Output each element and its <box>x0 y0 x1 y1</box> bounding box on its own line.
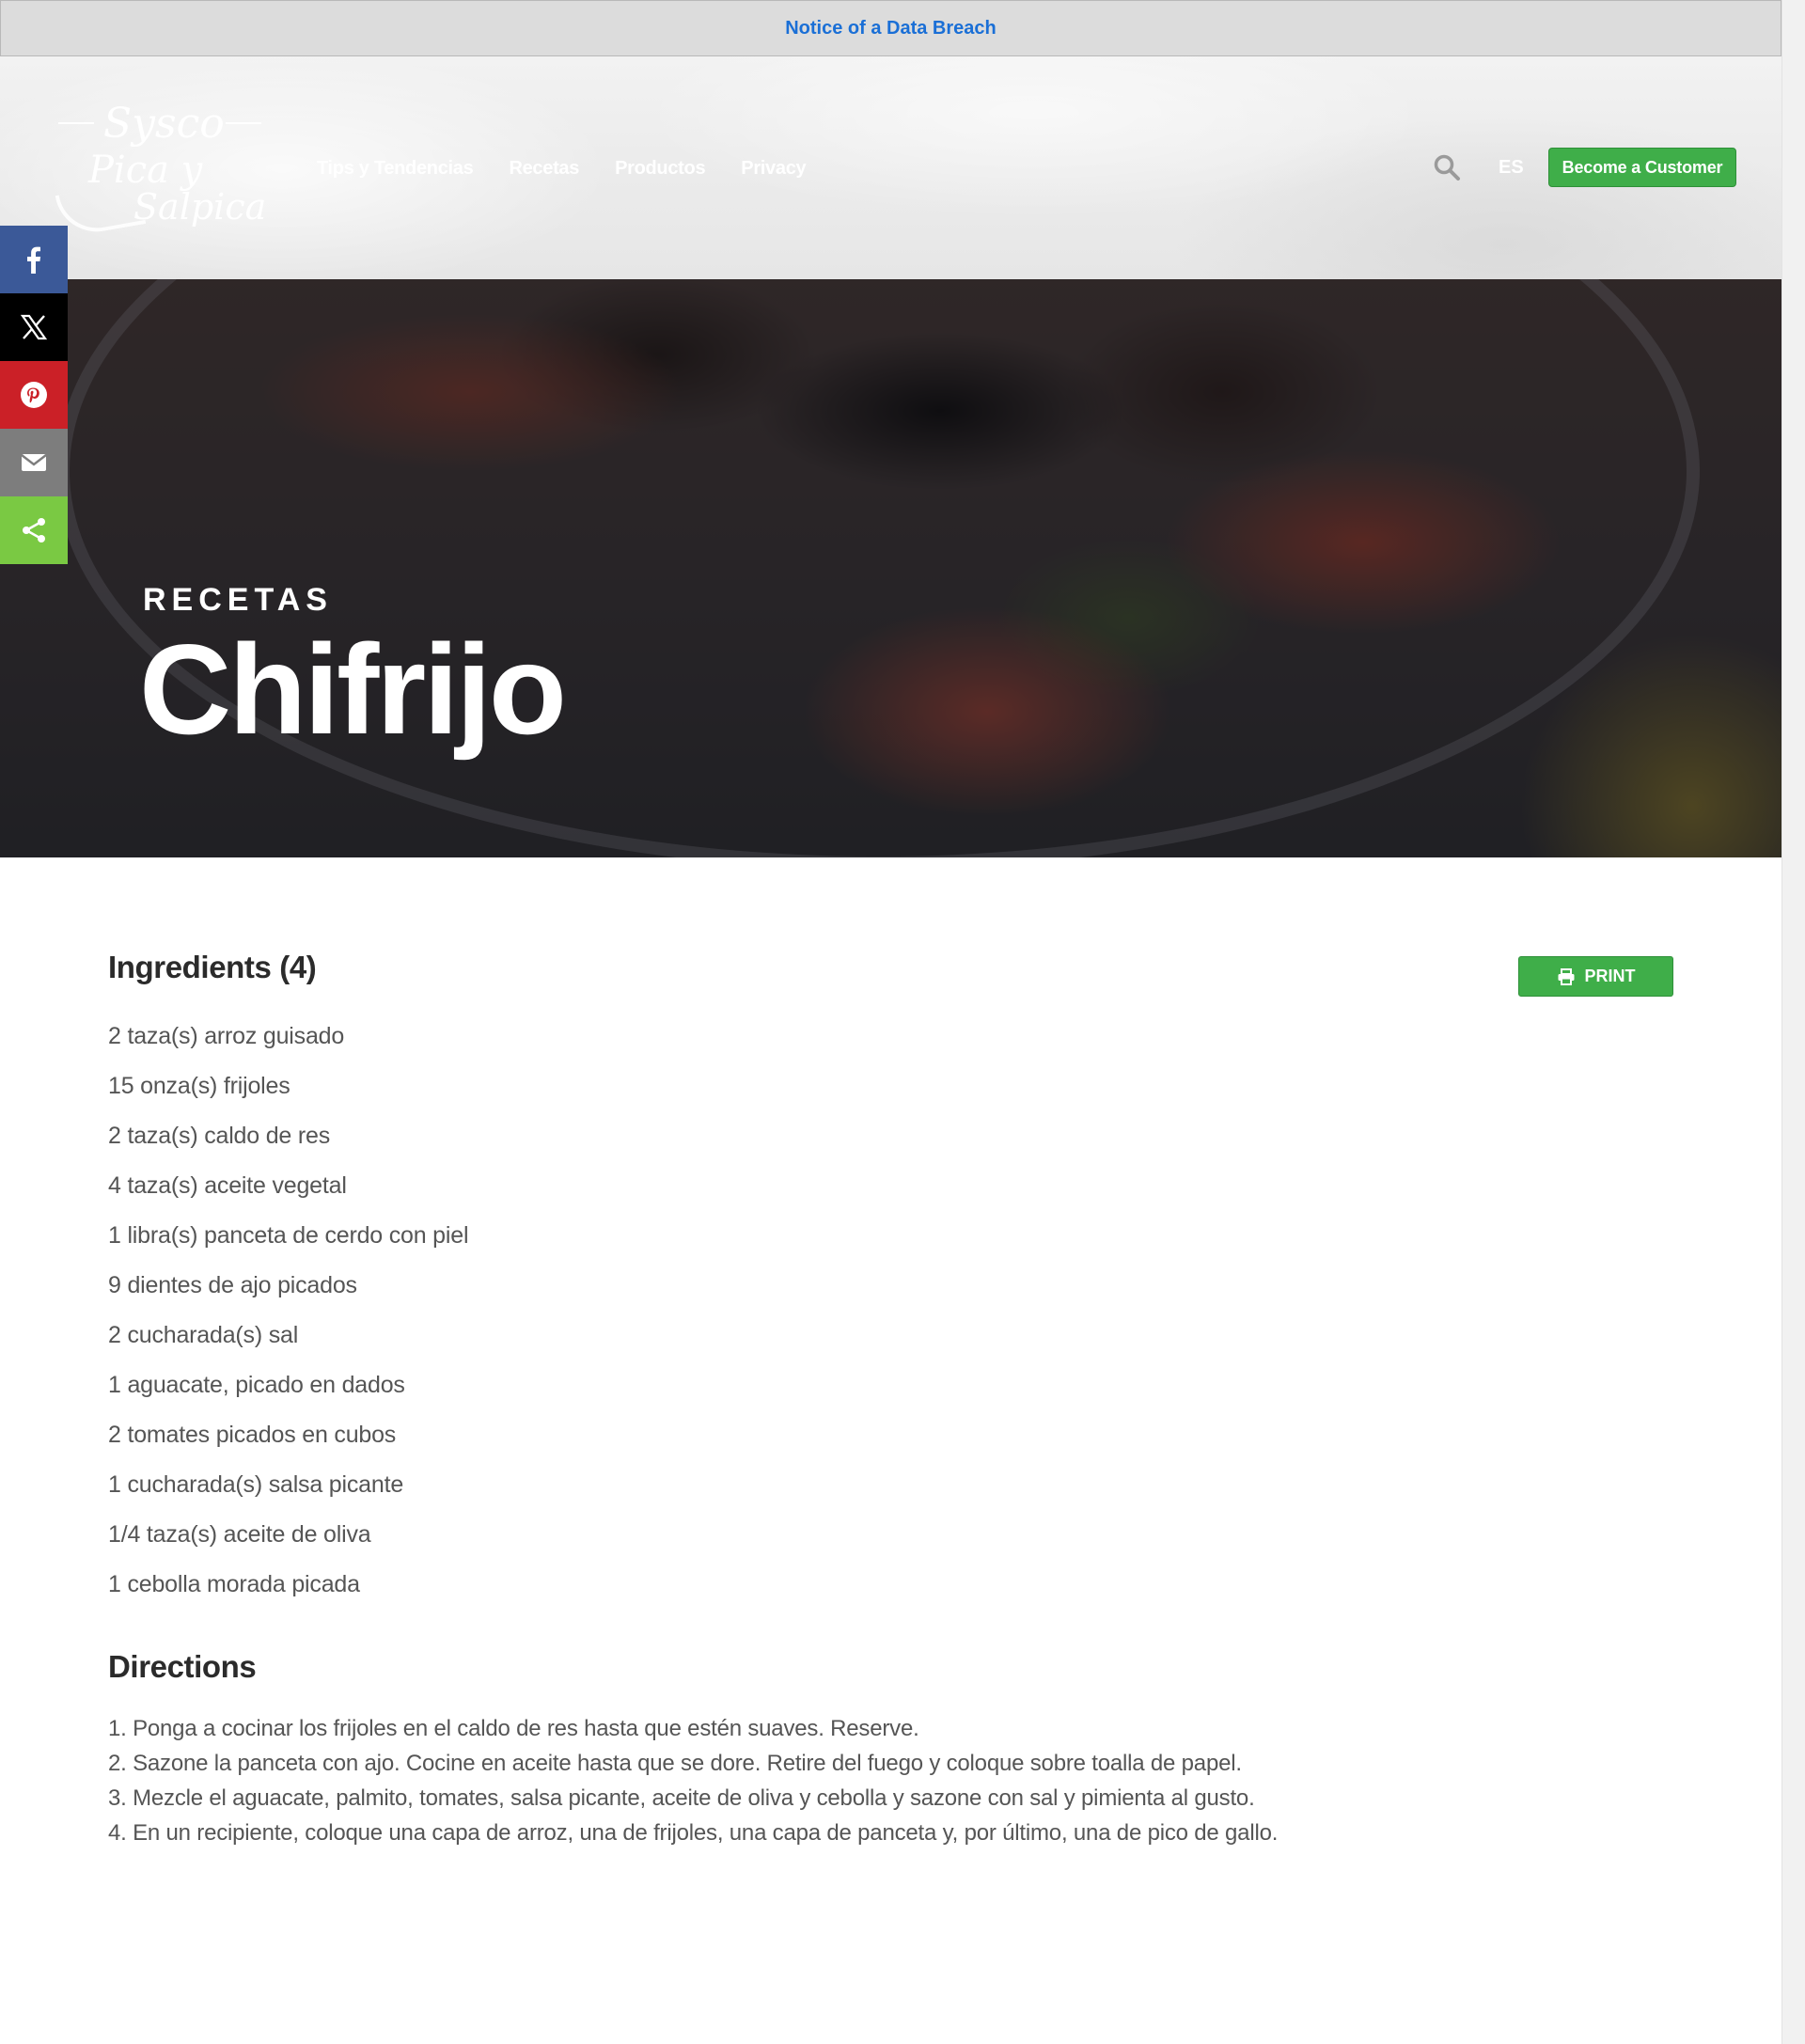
direction-step: 1. Ponga a cocinar los frijoles en el ca… <box>108 1716 919 1741</box>
search-icon[interactable] <box>1433 153 1461 181</box>
pinterest-icon <box>21 382 47 408</box>
language-switch[interactable]: ES <box>1499 157 1524 179</box>
ingredient-item: 2 tomates picados en cubos <box>108 1422 397 1448</box>
hero-category: RECETAS <box>143 582 333 618</box>
data-breach-notice-link[interactable]: Notice of a Data Breach <box>785 18 997 39</box>
email-icon <box>21 454 47 471</box>
directions-list: 1. Ponga a cocinar los frijoles en el ca… <box>108 1711 1687 1850</box>
ingredients-heading: Ingredients (4) <box>108 950 317 984</box>
nav-productos[interactable]: Productos <box>615 158 706 180</box>
share-more-button[interactable] <box>0 496 68 564</box>
ingredient-item: 2 taza(s) caldo de res <box>108 1123 330 1149</box>
ingredient-item: 1 aguacate, picado en dados <box>108 1372 405 1398</box>
ingredient-item: 1 libra(s) panceta de cerdo con piel <box>108 1222 469 1249</box>
ingredient-item: 2 taza(s) arroz guisado <box>108 1023 345 1049</box>
share-email-button[interactable] <box>0 429 68 496</box>
logo-text-sysco: Sysco <box>103 100 225 148</box>
main-nav: Tips y Tendencias Recetas Productos Priv… <box>317 158 807 180</box>
direction-step: 2. Sazone la panceta con ajo. Cocine en … <box>108 1751 1242 1776</box>
logo-text-salpica: Salpica <box>133 186 267 228</box>
direction-step: 4. En un recipiente, coloque una capa de… <box>108 1820 1279 1846</box>
share-pinterest-button[interactable] <box>0 361 68 429</box>
printer-icon <box>1558 967 1574 985</box>
x-icon <box>20 314 48 340</box>
direction-step: 3. Mezcle el aguacate, palmito, tomates,… <box>108 1785 1255 1811</box>
ingredients-list: 2 taza(s) arroz guisado 15 onza(s) frijo… <box>108 1012 1687 1610</box>
directions-heading: Directions <box>108 1649 257 1684</box>
nav-tips-y-tendencias[interactable]: Tips y Tendencias <box>317 158 474 180</box>
facebook-icon <box>27 246 41 274</box>
ingredient-item: 9 dientes de ajo picados <box>108 1272 357 1298</box>
ingredient-item: 2 cucharada(s) sal <box>108 1322 299 1348</box>
share-icon <box>23 518 45 542</box>
ingredient-item: 15 onza(s) frijoles <box>108 1073 290 1099</box>
sysco-pica-y-salpica-logo[interactable]: Sysco Pica y Salpica <box>55 94 275 239</box>
hero-banner: RECETAS Chifrijo <box>0 279 1781 857</box>
notice-bar: Notice of a Data Breach <box>0 0 1781 56</box>
social-share-bar <box>0 226 68 564</box>
page-title: Chifrijo <box>139 618 567 761</box>
print-label: PRINT <box>1584 967 1636 985</box>
print-button[interactable]: PRINT <box>1518 956 1673 997</box>
recipe-content: Ingredients (4) PRINT 2 taza(s) arroz gu… <box>108 950 1687 1850</box>
become-customer-button[interactable]: Become a Customer <box>1548 148 1736 187</box>
ingredient-item: 1 cucharada(s) salsa picante <box>108 1471 404 1498</box>
nav-privacy[interactable]: Privacy <box>741 158 806 180</box>
ingredient-item: 1/4 taza(s) aceite de oliva <box>108 1521 371 1548</box>
logo-swirl <box>55 181 147 239</box>
page-scrollbar[interactable] <box>1781 0 1805 2044</box>
nav-recetas[interactable]: Recetas <box>509 158 579 180</box>
ingredient-item: 4 taza(s) aceite vegetal <box>108 1172 347 1199</box>
ingredient-item: 1 cebolla morada picada <box>108 1571 360 1597</box>
site-header: Sysco Pica y Salpica Tips y Tendencias R… <box>0 56 1781 279</box>
share-x-button[interactable] <box>0 293 68 361</box>
share-facebook-button[interactable] <box>0 226 68 293</box>
